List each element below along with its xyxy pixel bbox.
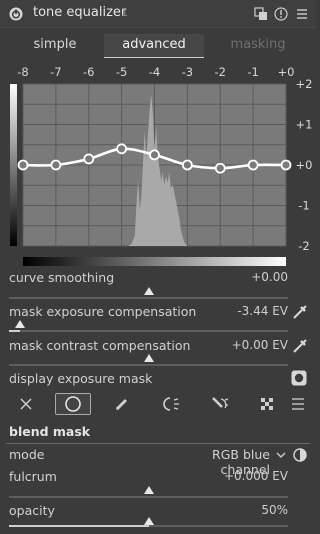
section-divider bbox=[6, 443, 310, 444]
slider-marker[interactable] bbox=[15, 320, 26, 328]
raster-mask-icon bbox=[261, 398, 273, 410]
y-tick-label: -2 bbox=[298, 239, 309, 253]
curve-node[interactable] bbox=[149, 149, 160, 161]
tab-advanced[interactable]: advanced bbox=[104, 34, 204, 58]
instance-label: 1 bbox=[121, 6, 128, 19]
curve-node[interactable] bbox=[17, 159, 29, 171]
curve-node[interactable] bbox=[280, 159, 292, 171]
x-tick-labels: -8 -7 -6 -5 -4 -3 -2 -1 +0 bbox=[17, 65, 294, 79]
module-header: tone equalizer 1 bbox=[0, 0, 316, 28]
curve-node[interactable] bbox=[214, 162, 226, 174]
slider-fill bbox=[9, 330, 21, 332]
slider-marker[interactable] bbox=[143, 517, 154, 525]
slider-label: fulcrum bbox=[9, 469, 57, 484]
slider-label: mask contrast compensation bbox=[9, 338, 191, 353]
tab-masking[interactable]: masking bbox=[210, 34, 306, 58]
curve-node[interactable] bbox=[247, 159, 259, 171]
display-mask-toggle[interactable] bbox=[291, 370, 307, 386]
blend-drawn-parametric-mask-button[interactable] bbox=[202, 393, 238, 415]
mode-label: mode bbox=[9, 447, 45, 462]
slider-value: -3.44 EV bbox=[237, 304, 288, 318]
slider-marker[interactable] bbox=[143, 287, 154, 295]
blend-menu-button[interactable] bbox=[285, 393, 311, 415]
power-icon[interactable] bbox=[9, 7, 23, 21]
slider-value: +0.00 EV bbox=[231, 338, 288, 352]
blend-raster-mask-button[interactable] bbox=[249, 393, 285, 415]
curve-node[interactable] bbox=[83, 153, 95, 165]
slider-track[interactable] bbox=[9, 330, 288, 332]
x-tick-label: -8 bbox=[17, 65, 28, 79]
slider-marker[interactable] bbox=[143, 354, 154, 362]
slider-track[interactable] bbox=[9, 364, 288, 366]
curve-node[interactable] bbox=[116, 143, 128, 155]
x-tick-label: -3 bbox=[182, 65, 193, 79]
drawn-mask-icon bbox=[115, 398, 128, 411]
blend-drawn-mask-button[interactable] bbox=[104, 393, 140, 415]
drawn-parametric-mask-icon bbox=[212, 397, 229, 409]
off-icon bbox=[20, 398, 32, 410]
slider-value: 50% bbox=[261, 503, 288, 517]
menu-icon bbox=[292, 398, 304, 410]
x-tick-label: -1 bbox=[247, 65, 258, 79]
chevron-down-icon bbox=[276, 452, 286, 458]
x-tick-label: -2 bbox=[215, 65, 226, 79]
uniformly-icon bbox=[65, 396, 81, 412]
slider-label: mask exposure compensation bbox=[9, 304, 197, 319]
x-tick-label: +0 bbox=[278, 65, 295, 79]
display-exposure-mask-label: display exposure mask bbox=[9, 371, 153, 386]
exposure-gradient-horizontal bbox=[23, 257, 286, 266]
blend-mask-title: blend mask bbox=[9, 424, 91, 439]
blend-mode-toolbar bbox=[0, 391, 316, 417]
tab-bar: simple advanced masking bbox=[0, 34, 316, 58]
slider-label: curve smoothing bbox=[9, 270, 115, 285]
y-tick-label: +1 bbox=[296, 118, 313, 132]
slider-track[interactable] bbox=[9, 297, 288, 299]
x-tick-label: -7 bbox=[50, 65, 61, 79]
blend-uniformly-button[interactable] bbox=[55, 393, 91, 415]
module-title: tone equalizer bbox=[33, 5, 127, 20]
slider-label: opacity bbox=[9, 503, 55, 518]
blend-off-button[interactable] bbox=[8, 393, 44, 415]
slider-value: +0.000 EV bbox=[223, 469, 288, 483]
slider-track[interactable] bbox=[9, 496, 288, 498]
blend-parametric-mask-button[interactable] bbox=[153, 393, 189, 415]
exposure-gradient-vertical bbox=[10, 84, 17, 246]
y-tick-label: -1 bbox=[298, 199, 309, 213]
slider-marker[interactable] bbox=[143, 486, 154, 494]
curve-node[interactable] bbox=[181, 159, 193, 171]
invert-icon[interactable] bbox=[292, 447, 308, 463]
x-tick-label: -6 bbox=[83, 65, 94, 79]
tab-simple[interactable]: simple bbox=[6, 34, 104, 58]
x-tick-label: -4 bbox=[149, 65, 160, 79]
y-tick-label: +2 bbox=[296, 77, 313, 91]
y-tick-label: +0 bbox=[296, 158, 313, 172]
color-picker-icon[interactable] bbox=[292, 338, 308, 354]
slider-value: +0.00 bbox=[251, 270, 288, 284]
y-tick-labels: +2 +1 +0 -1 -2 bbox=[296, 77, 313, 253]
curve-node[interactable] bbox=[50, 159, 62, 171]
menu-icon[interactable] bbox=[295, 7, 309, 21]
slider-fill bbox=[9, 525, 149, 527]
presets-icon[interactable] bbox=[254, 7, 268, 21]
color-picker-icon[interactable] bbox=[292, 304, 308, 320]
x-tick-label: -5 bbox=[116, 65, 127, 79]
reset-icon[interactable] bbox=[274, 7, 288, 21]
equalizer-graph[interactable]: -8 -7 -6 -5 -4 -3 -2 -1 +0 +2 +1 +0 -1 -2 bbox=[0, 60, 316, 270]
parametric-mask-icon bbox=[163, 397, 179, 411]
